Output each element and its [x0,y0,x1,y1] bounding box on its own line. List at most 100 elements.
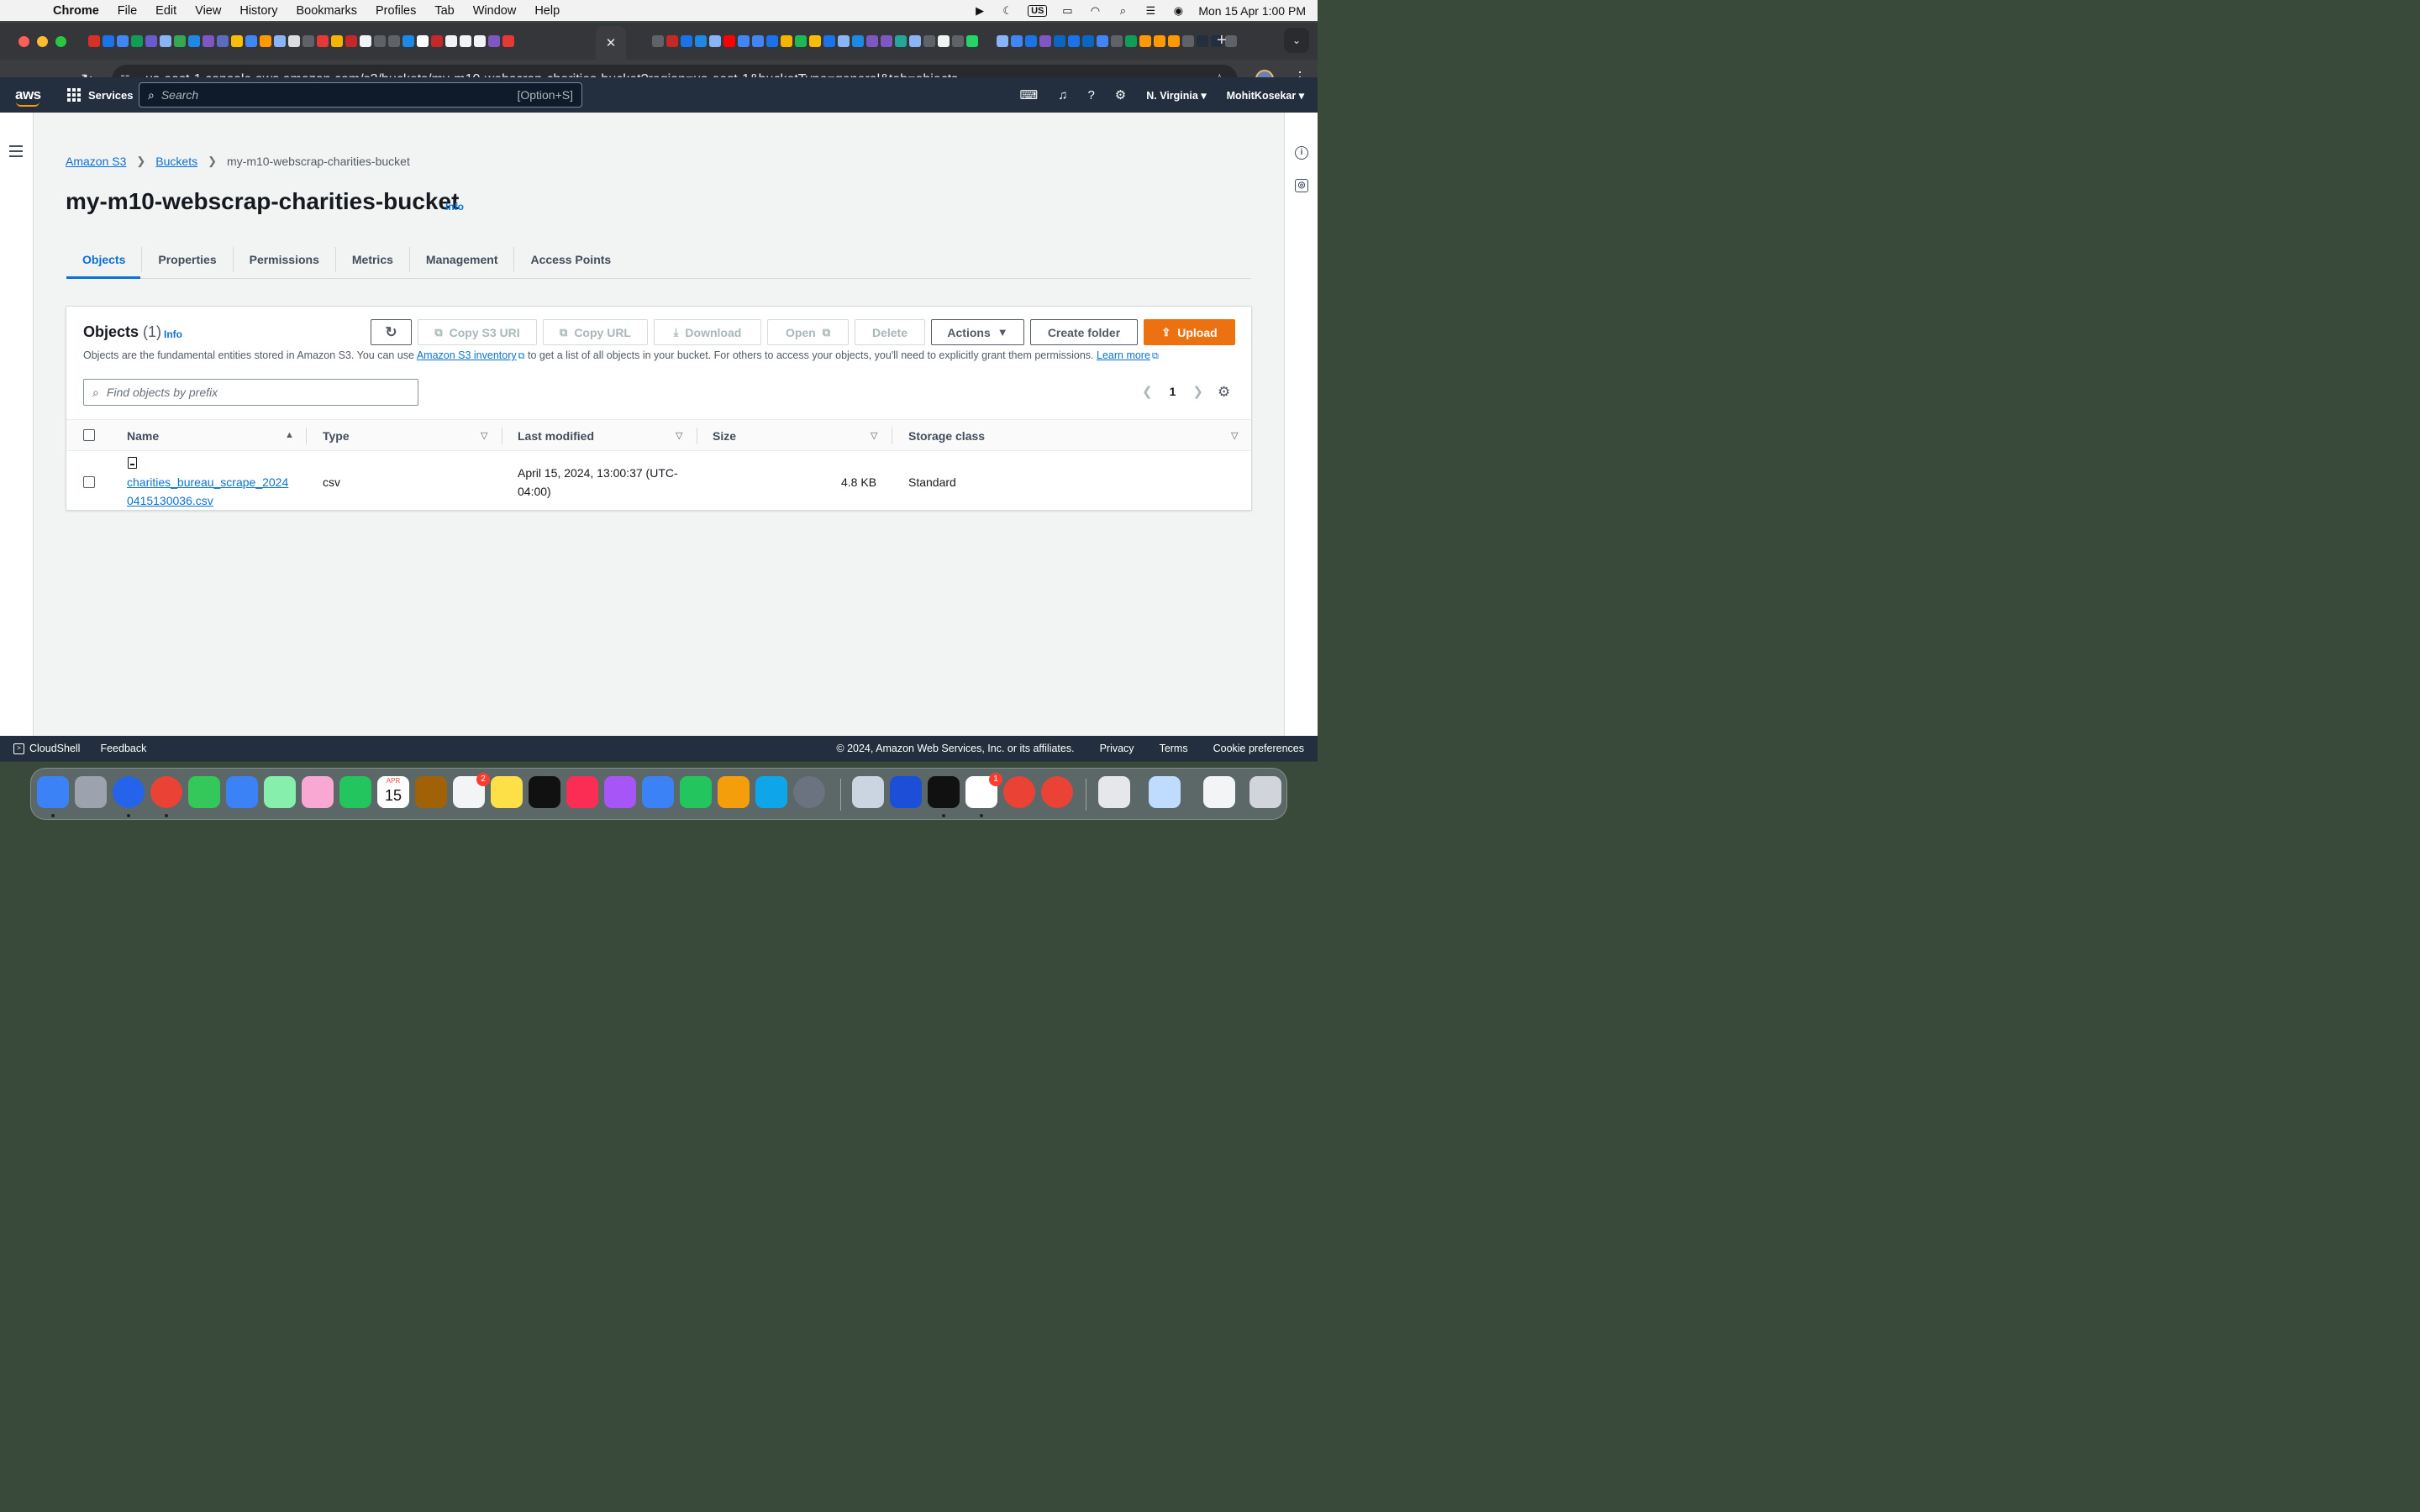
tab-favicon[interactable] [245,35,257,47]
menu-file[interactable]: File [108,4,146,18]
tab-favicon[interactable] [203,35,214,47]
contacts-icon[interactable] [415,776,447,808]
tab-favicon[interactable] [288,35,300,47]
trash-icon[interactable] [1249,776,1281,808]
tab-favicon[interactable] [302,35,314,47]
minimize-window-button[interactable] [37,35,48,47]
tab-search-button[interactable]: ⌄ [1284,28,1309,53]
sort-icon[interactable]: ▽ [676,430,682,441]
refresh-button[interactable]: ↻ [371,319,412,345]
select-all-checkbox[interactable] [83,429,95,441]
tab-favicon[interactable] [681,35,692,47]
safari-icon[interactable] [113,776,145,808]
tab-favicon[interactable] [866,35,878,47]
delete-button[interactable]: Delete [855,319,925,345]
finder-icon[interactable] [37,776,69,808]
tab-favicon[interactable] [938,35,950,47]
tab-objects[interactable]: Objects [66,247,143,272]
aws-search-input[interactable]: ⌕ Search [Option+S] [139,82,582,108]
podcasts-icon[interactable] [604,776,636,808]
account-menu[interactable]: MohitKosekar ▾ [1227,89,1304,102]
column-storage-class[interactable]: Storage class [908,429,985,443]
tab-favicon[interactable] [652,35,664,47]
system-settings-icon[interactable] [793,776,825,808]
tab-properties[interactable]: Properties [142,247,234,272]
column-type[interactable]: Type [323,429,350,443]
object-name-line-1[interactable]: charities_bureau_scrape_2024 [127,475,288,489]
sort-icon[interactable]: ▽ [1231,430,1238,441]
tab-favicon[interactable] [345,35,357,47]
facetime-icon[interactable] [339,776,371,808]
cloudshell-icon[interactable]: ⌨ [1020,87,1039,102]
download-button[interactable]: ⤓ Download [654,319,761,345]
tab-favicon[interactable] [374,35,386,47]
maps-icon[interactable] [264,776,296,808]
downloads-stack-icon[interactable] [1098,776,1130,808]
tab-favicon[interactable] [88,35,100,47]
feedback-link[interactable]: Feedback [100,743,146,754]
menu-history[interactable]: History [230,4,287,18]
tab-favicon[interactable] [781,35,792,47]
tab-favicon[interactable] [923,35,935,47]
chrome-profile-icon[interactable] [1041,776,1073,808]
copy-url-button[interactable]: ⧉ Copy URL [543,319,648,345]
region-selector[interactable]: N. Virginia ▾ [1146,89,1206,102]
objects-info-link[interactable]: Info [164,328,182,340]
linkedin-icon[interactable] [1054,35,1065,47]
s3-inventory-link[interactable]: Amazon S3 inventory [417,349,517,361]
pages-icon[interactable] [718,776,750,808]
upload-button[interactable]: ⇪ Upload [1144,319,1235,345]
tab-favicon[interactable] [852,35,864,47]
close-window-button[interactable] [18,35,29,47]
privacy-link[interactable]: Privacy [1100,743,1134,754]
current-page[interactable]: 1 [1170,385,1176,398]
table-preferences-gear-icon[interactable]: ⚙ [1218,384,1230,401]
tab-favicon[interactable] [417,35,429,47]
tab-favicon[interactable] [1139,35,1151,47]
tab-favicon[interactable] [331,35,343,47]
tab-favicon[interactable] [145,35,157,47]
sort-ascending-icon[interactable]: ▲ [285,430,294,440]
tab-favicon[interactable] [952,35,964,47]
tab-favicon[interactable] [695,35,707,47]
play-icon[interactable]: ▶ [972,4,987,18]
tab-favicon[interactable] [1125,35,1137,47]
tab-favicon[interactable] [838,35,850,47]
tab-favicon[interactable] [752,35,764,47]
linkedin-icon[interactable] [1082,35,1094,47]
tab-favicon[interactable] [260,35,271,47]
chrome-profile-icon[interactable] [1003,776,1035,808]
tab-favicon[interactable] [274,35,286,47]
previous-page-icon[interactable]: ❮ [1142,384,1153,399]
tab-favicon[interactable] [1168,35,1180,47]
column-last-modified[interactable]: Last modified [518,429,594,443]
spotify-icon[interactable] [795,35,807,47]
chrome-icon[interactable] [150,776,182,808]
cloudshell-button[interactable]: > CloudShell [13,743,80,754]
sort-icon[interactable]: ▽ [481,430,487,441]
tab-metrics[interactable]: Metrics [336,247,410,272]
create-folder-button[interactable]: Create folder [1030,319,1138,345]
whatsapp-icon[interactable] [966,35,978,47]
title-info-link[interactable]: Info [445,201,464,213]
tab-favicon[interactable] [823,35,835,47]
tab-favicon[interactable] [909,35,921,47]
tab-favicon[interactable] [317,35,329,47]
apple-tv-icon[interactable] [529,776,560,808]
photos-icon[interactable] [302,776,334,808]
music-icon[interactable] [566,776,598,808]
services-menu-button[interactable]: Services [67,88,134,102]
moon-icon[interactable]: ☾ [1000,4,1015,18]
aws-logo[interactable]: aws [15,87,42,107]
youtube-icon[interactable] [723,35,735,47]
tab-favicon[interactable] [117,35,129,47]
github-icon[interactable] [460,35,471,47]
breadcrumb-buckets[interactable]: Buckets [155,155,197,168]
battery-icon[interactable]: ▭ [1060,4,1075,18]
word-icon[interactable] [890,776,922,808]
tab-management[interactable]: Management [410,247,515,272]
tab-favicon[interactable] [160,35,171,47]
tab-favicon[interactable] [1154,35,1165,47]
menu-clock[interactable]: Mon 15 Apr 1:00 PM [1198,4,1306,18]
terms-link[interactable]: Terms [1160,743,1188,754]
